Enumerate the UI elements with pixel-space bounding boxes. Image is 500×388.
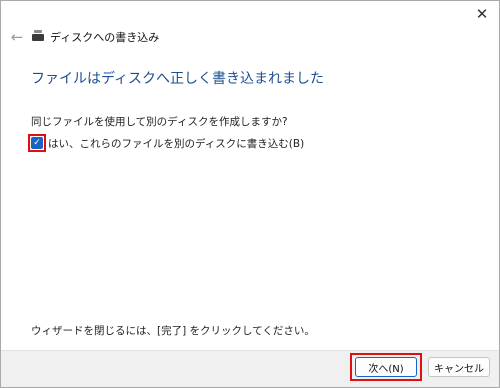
disc-drive-icon bbox=[32, 29, 44, 41]
title-bar: ディスクへの書き込み bbox=[32, 29, 159, 45]
cancel-button[interactable]: キャンセル bbox=[428, 357, 490, 377]
burn-another-disc-option[interactable]: ✓ はい、これらのファイルを別のディスクに書き込む(B) bbox=[28, 134, 304, 152]
next-button-highlight: 次へ(N) bbox=[350, 353, 422, 381]
checkbox-label[interactable]: はい、これらのファイルを別のディスクに書き込む(B) bbox=[48, 136, 304, 151]
button-bar: 次へ(N) キャンセル bbox=[1, 350, 499, 387]
question-text: 同じファイルを使用して別のディスクを作成しますか? bbox=[31, 116, 288, 128]
next-button[interactable]: 次へ(N) bbox=[355, 357, 417, 377]
burn-another-disc-checkbox[interactable]: ✓ bbox=[31, 137, 43, 149]
finish-instruction: ウィザードを閉じるには、[完了] をクリックしてください。 bbox=[31, 325, 315, 337]
burn-disc-wizard-window: ✕ ← ディスクへの書き込み ファイルはディスクへ正しく書き込まれました 同じフ… bbox=[0, 0, 500, 388]
page-heading: ファイルはディスクへ正しく書き込まれました bbox=[31, 71, 325, 87]
back-arrow-icon: ← bbox=[10, 28, 24, 46]
close-icon: ✕ bbox=[475, 5, 489, 23]
back-button[interactable]: ← bbox=[8, 27, 26, 47]
window-title: ディスクへの書き込み bbox=[50, 31, 160, 44]
close-button[interactable]: ✕ bbox=[469, 3, 495, 25]
checkmark-icon: ✓ bbox=[33, 137, 41, 148]
checkbox-highlight: ✓ bbox=[28, 134, 46, 152]
